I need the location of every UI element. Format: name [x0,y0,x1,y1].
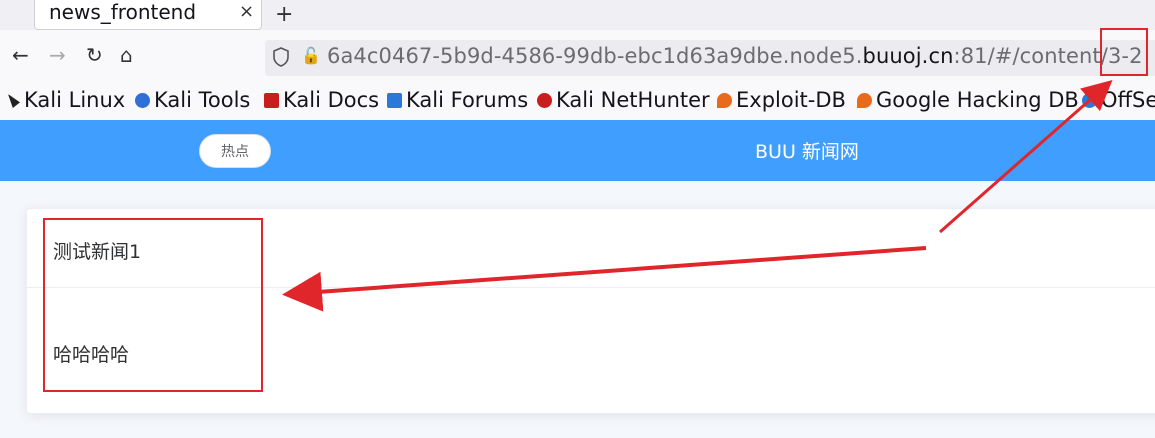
arrow-to-news [282,246,927,312]
arrow-to-url [939,80,1113,234]
annotation-arrows [282,80,1113,312]
